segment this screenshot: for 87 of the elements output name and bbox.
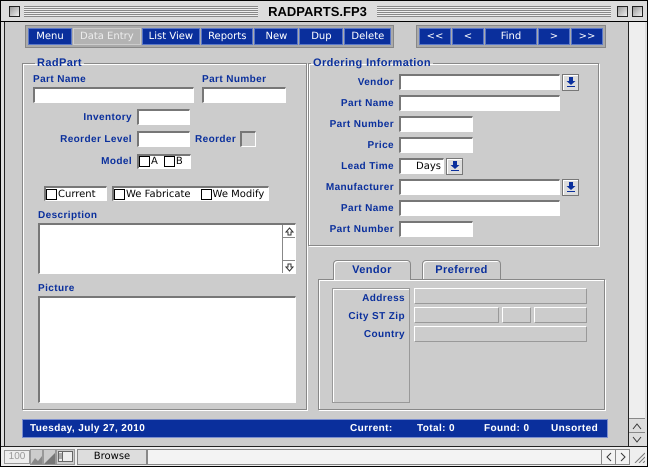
horizontal-scrollbar[interactable] bbox=[147, 448, 630, 464]
checkbox[interactable] bbox=[114, 188, 125, 200]
checkbox-label: Current bbox=[58, 188, 96, 200]
checkbox-label: A bbox=[151, 156, 158, 167]
status-text: Current: bbox=[350, 423, 394, 434]
scroll-down-icon[interactable] bbox=[629, 432, 645, 446]
zoom-in-icon[interactable] bbox=[43, 448, 56, 464]
input-field bbox=[534, 306, 587, 323]
status-date: Tuesday, July 27, 2010 bbox=[30, 423, 146, 434]
input-field[interactable] bbox=[137, 109, 190, 125]
down-arrow-icon bbox=[566, 77, 576, 87]
field-label: Reorder bbox=[195, 134, 236, 144]
field-label: Part Name bbox=[340, 98, 394, 108]
close-box-icon[interactable] bbox=[9, 6, 20, 16]
group-title: Ordering Information bbox=[312, 57, 432, 69]
nav-button[interactable]: < bbox=[452, 28, 484, 45]
nav-button[interactable]: >> bbox=[571, 28, 603, 45]
field-label: Price bbox=[366, 140, 394, 150]
checkbox-label: We Fabricate bbox=[126, 188, 191, 200]
group-title: RadPart bbox=[36, 57, 83, 69]
scroll-up-icon[interactable] bbox=[283, 225, 295, 238]
input-field[interactable]: Days bbox=[399, 158, 444, 174]
field-label: Manufacturer bbox=[324, 182, 394, 192]
input-field[interactable] bbox=[399, 116, 473, 132]
checkbox[interactable] bbox=[139, 156, 150, 167]
input-field bbox=[502, 306, 531, 323]
field-label: Part Number bbox=[202, 74, 266, 85]
down-arrow-icon bbox=[566, 182, 576, 192]
field-label: Part Number bbox=[328, 224, 394, 234]
nav-button[interactable]: > bbox=[538, 28, 570, 45]
status-area-icon[interactable] bbox=[56, 448, 75, 464]
scroll-up-icon[interactable] bbox=[629, 418, 645, 432]
input-field[interactable] bbox=[202, 87, 286, 103]
nav-button[interactable]: << bbox=[419, 28, 451, 45]
nav-button[interactable]: New bbox=[254, 28, 298, 45]
down-arrow-icon bbox=[450, 161, 460, 171]
status-text: Unsorted bbox=[551, 423, 598, 434]
checkbox[interactable] bbox=[200, 188, 212, 200]
nav-button[interactable]: Dup bbox=[299, 28, 344, 45]
field-label: Part Name bbox=[33, 74, 88, 85]
nav-button[interactable]: Delete bbox=[344, 28, 392, 45]
checkbox[interactable] bbox=[46, 188, 57, 200]
field-label: City ST Zip bbox=[348, 310, 405, 323]
input-field[interactable] bbox=[399, 200, 560, 216]
input-field[interactable] bbox=[137, 131, 190, 147]
vertical-scrollbar[interactable] bbox=[629, 22, 645, 446]
scroll-down-icon[interactable] bbox=[283, 260, 295, 273]
checkbox[interactable] bbox=[240, 131, 256, 147]
description-field[interactable] bbox=[38, 223, 296, 274]
nav-button[interactable]: Reports bbox=[201, 28, 254, 45]
zoom-out-icon[interactable] bbox=[30, 448, 43, 464]
input-field[interactable] bbox=[399, 95, 560, 111]
field-label: Vendor bbox=[356, 76, 394, 88]
checkbox-label: B bbox=[176, 156, 183, 167]
input-field[interactable] bbox=[399, 137, 473, 153]
checkbox-label: We Modify bbox=[212, 188, 264, 200]
collapse-box-icon[interactable] bbox=[632, 6, 643, 16]
nav-button[interactable]: Find bbox=[485, 28, 537, 45]
field-label: Address bbox=[362, 292, 405, 305]
field-label: Part Number bbox=[328, 118, 394, 130]
status-text: Found: 0 bbox=[484, 423, 530, 434]
field-label: Country bbox=[364, 328, 405, 341]
field-label: Reorder Level bbox=[59, 134, 132, 144]
field-label: Model bbox=[100, 156, 132, 166]
window-title: RADPARTS.FP3 bbox=[267, 4, 368, 18]
dropdown-button[interactable] bbox=[446, 158, 463, 174]
tab[interactable]: Vendor bbox=[333, 260, 411, 280]
nav-button[interactable]: List View bbox=[142, 28, 200, 45]
nav-button[interactable]: Menu bbox=[28, 28, 72, 45]
field-label: Picture bbox=[38, 283, 76, 294]
dropdown-button[interactable] bbox=[562, 178, 579, 196]
field-label: Lead Time bbox=[340, 160, 394, 172]
input-field[interactable] bbox=[399, 74, 560, 90]
field-label: Inventory bbox=[82, 112, 132, 122]
input-field[interactable] bbox=[399, 221, 473, 237]
input-field[interactable] bbox=[399, 179, 560, 195]
tab[interactable]: Preferred bbox=[422, 260, 501, 279]
zoom-box-icon[interactable] bbox=[617, 6, 628, 16]
field-label: Description bbox=[38, 210, 98, 221]
picture-field[interactable] bbox=[38, 296, 296, 403]
dropdown-button[interactable] bbox=[562, 74, 579, 90]
field-label: Part Name bbox=[340, 202, 394, 214]
text-scrollbar[interactable] bbox=[282, 225, 295, 273]
status-text: Total: 0 bbox=[417, 423, 456, 434]
checkbox[interactable] bbox=[164, 156, 175, 167]
input-field[interactable] bbox=[33, 87, 194, 103]
mode-selector[interactable]: Browse bbox=[77, 448, 147, 464]
